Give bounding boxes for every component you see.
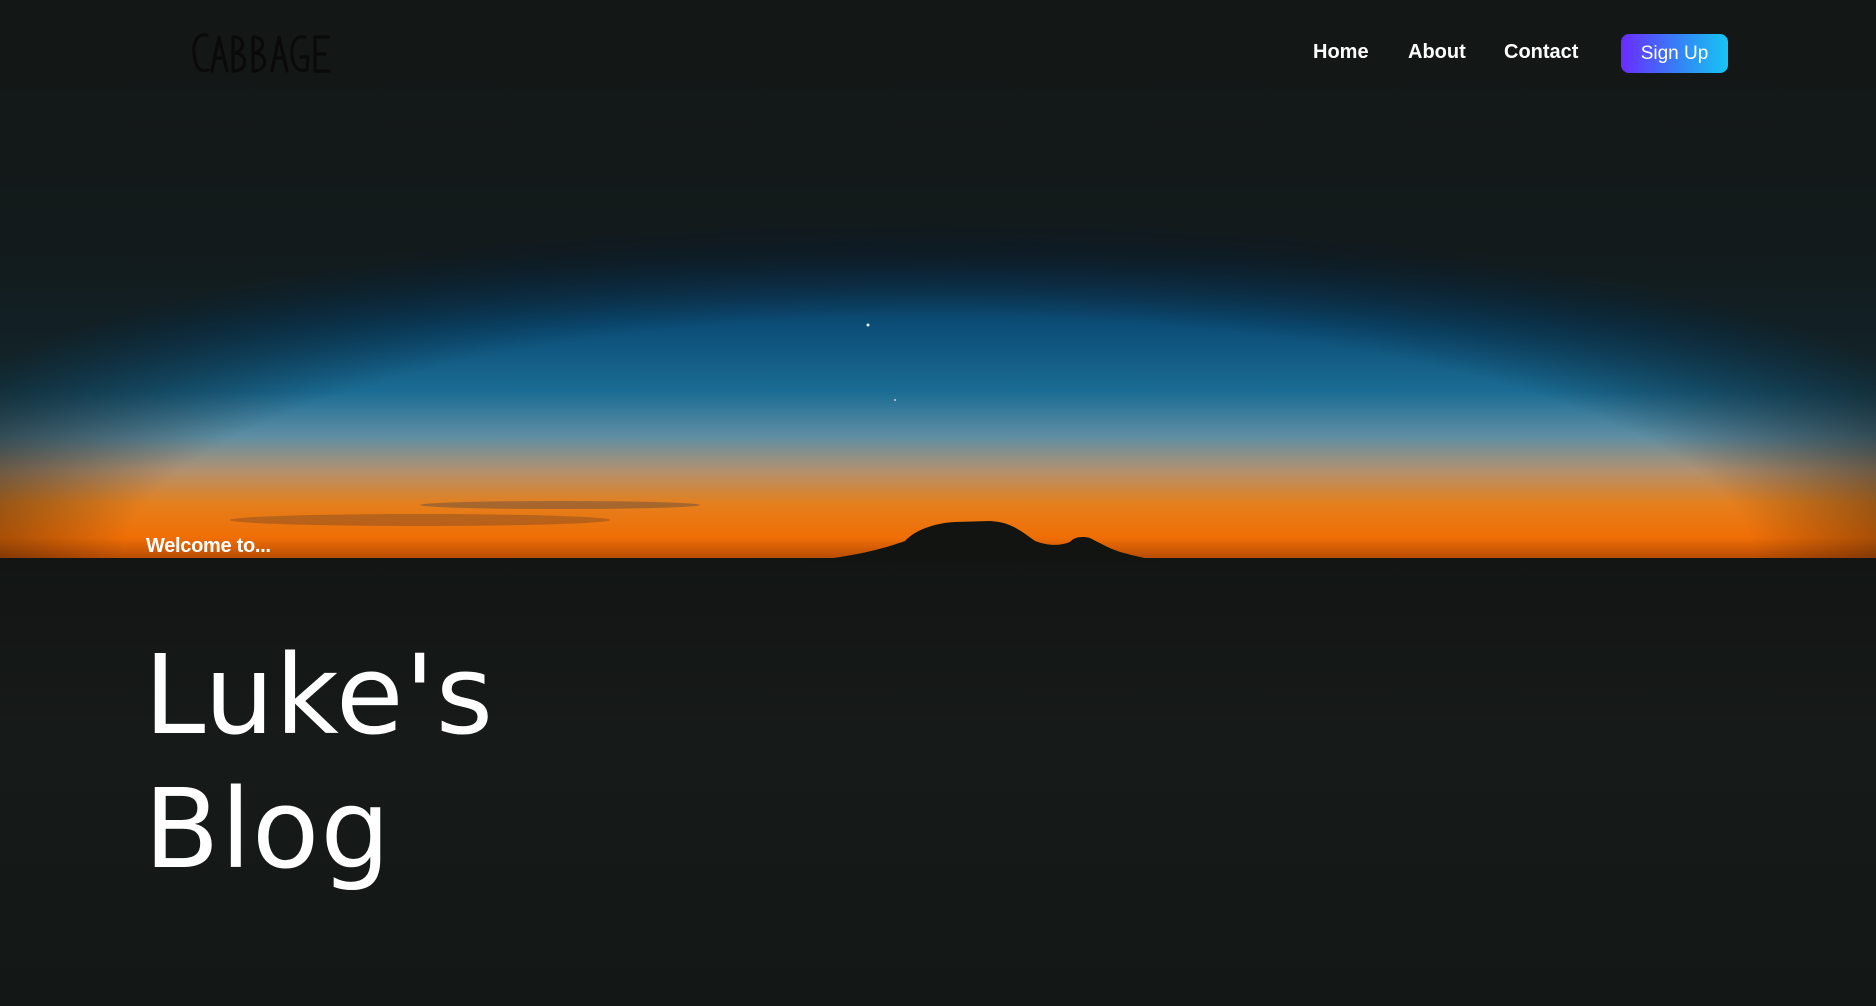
navbar: Home About Contact Sign Up xyxy=(0,0,1876,106)
cabbage-logo[interactable] xyxy=(190,25,335,81)
hero-section: Home About Contact Sign Up Welcome to...… xyxy=(0,0,1876,1006)
nav-link-contact[interactable]: Contact xyxy=(1504,37,1578,67)
nav-link-home[interactable]: Home xyxy=(1313,37,1369,67)
page-title-line-1: Luke's xyxy=(144,631,495,759)
welcome-text: Welcome to... xyxy=(146,535,271,557)
nav-link-about[interactable]: About xyxy=(1408,37,1466,67)
signup-button[interactable]: Sign Up xyxy=(1621,34,1728,73)
page-title: Luke's Blog xyxy=(144,628,494,896)
page-title-line-2: Blog xyxy=(144,765,392,893)
